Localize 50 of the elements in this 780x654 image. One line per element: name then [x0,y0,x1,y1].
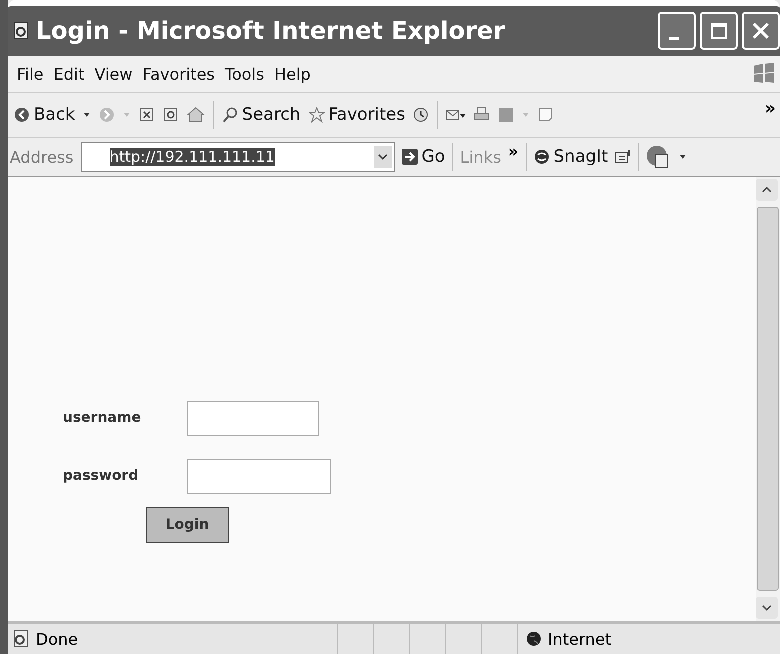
note-icon[interactable] [538,107,554,123]
refresh-icon[interactable] [163,107,180,123]
maximize-icon [709,21,729,41]
input-field[interactable] [187,400,319,436]
favorites-button[interactable]: Favorites [308,105,406,125]
capture-icon[interactable] [615,149,632,165]
field-label: password [63,468,140,484]
swirl-icon [534,149,550,165]
dropdown-arrow-icon[interactable] [679,154,688,160]
history-icon[interactable] [413,107,430,123]
arrow-right-icon [402,149,418,165]
dropdown-arrow-icon[interactable] [83,112,92,118]
close-icon [751,21,771,41]
windows-flag-icon [752,63,776,85]
more-button[interactable]: » [508,142,519,161]
address-label: Address [10,148,74,166]
menu-item[interactable]: View [90,64,138,84]
scroll-thumb[interactable] [757,207,779,591]
menu-item[interactable]: File [12,64,49,84]
globe-icon [526,631,542,647]
menu-item[interactable]: Help [269,64,316,84]
search-icon [222,107,238,123]
menu-item[interactable]: Favorites [138,64,220,84]
home-icon[interactable] [187,107,206,123]
login-button[interactable]: Login [146,507,229,543]
minimize-icon [669,36,679,40]
more-button[interactable]: » [765,99,776,119]
go-button[interactable]: Go [402,147,446,167]
scroll-up-icon[interactable] [756,179,778,201]
field-label: username [63,410,142,426]
scrollbar[interactable] [756,177,780,621]
window-title: Login - Microsoft Internet Explorer [36,17,506,45]
page-icon [12,630,30,648]
status-text: Done [36,630,78,648]
minimize-button[interactable] [658,12,696,50]
menu-item[interactable]: Edit [48,64,90,84]
address-field[interactable]: http://192.111.111.11 [80,142,395,172]
maximize-button[interactable] [700,12,738,50]
search-button[interactable]: Search [222,105,301,125]
zone-text: Internet [548,630,612,648]
input-field[interactable] [187,458,331,494]
snagit-button[interactable]: SnagIt [534,147,608,167]
close-button[interactable] [742,12,780,50]
menu-item[interactable]: Tools [220,64,270,84]
stop-icon[interactable] [139,107,156,123]
star-icon [308,107,325,123]
scroll-down-icon[interactable] [756,597,778,619]
printer-icon[interactable] [474,107,490,123]
page-icon [12,22,30,40]
back-button[interactable]: Back [14,105,76,125]
